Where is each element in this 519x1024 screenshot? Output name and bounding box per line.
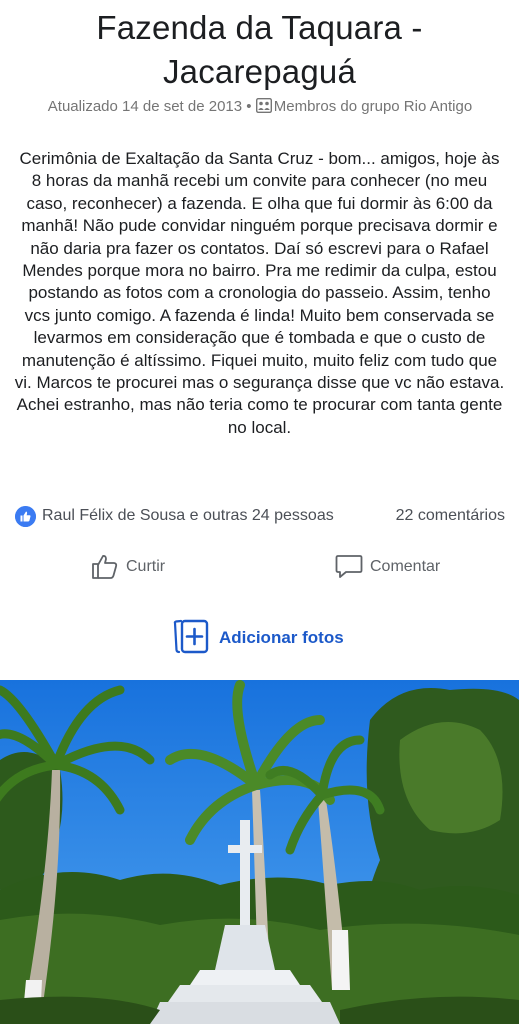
meta-separator: •: [246, 98, 252, 115]
like-button[interactable]: Curtir: [90, 551, 190, 583]
add-photo-icon: [173, 619, 209, 654]
app-header: Fazenda da Taquara - Jacarepaguá: [0, 0, 519, 100]
like-label: Curtir: [126, 558, 166, 575]
post-meta: Atualizado 14 de set de 2013 • Membros d…: [40, 97, 480, 117]
reactions-bar: Raul Félix de Sousa e outras 24 pessoas …: [15, 505, 505, 529]
post-photo[interactable]: [0, 680, 519, 1024]
add-photos-label: Adicionar fotos: [219, 628, 344, 647]
comments-count[interactable]: 22 comentários: [396, 507, 505, 525]
group-icon: [255, 98, 272, 113]
reactors-summary[interactable]: Raul Félix de Sousa e outras 24 pessoas: [42, 507, 334, 525]
updated-date: Atualizado 14 de set de 2013: [47, 98, 243, 115]
thumbs-up-icon: [92, 555, 118, 579]
audience-label[interactable]: Membros do grupo Rio Antigo: [274, 98, 472, 115]
comment-bubble-icon: [335, 555, 363, 578]
post-text: Cerimônia de Exaltação da Santa Cruz - b…: [14, 149, 505, 437]
comment-label: Comentar: [370, 558, 441, 575]
page-title: Fazenda da Taquara - Jacarepaguá: [96, 9, 423, 90]
back-arrow-icon[interactable]: [14, 18, 48, 52]
like-badge-icon: [15, 506, 36, 527]
comment-button[interactable]: Comentar: [334, 551, 454, 583]
more-dots-icon[interactable]: [471, 28, 497, 42]
